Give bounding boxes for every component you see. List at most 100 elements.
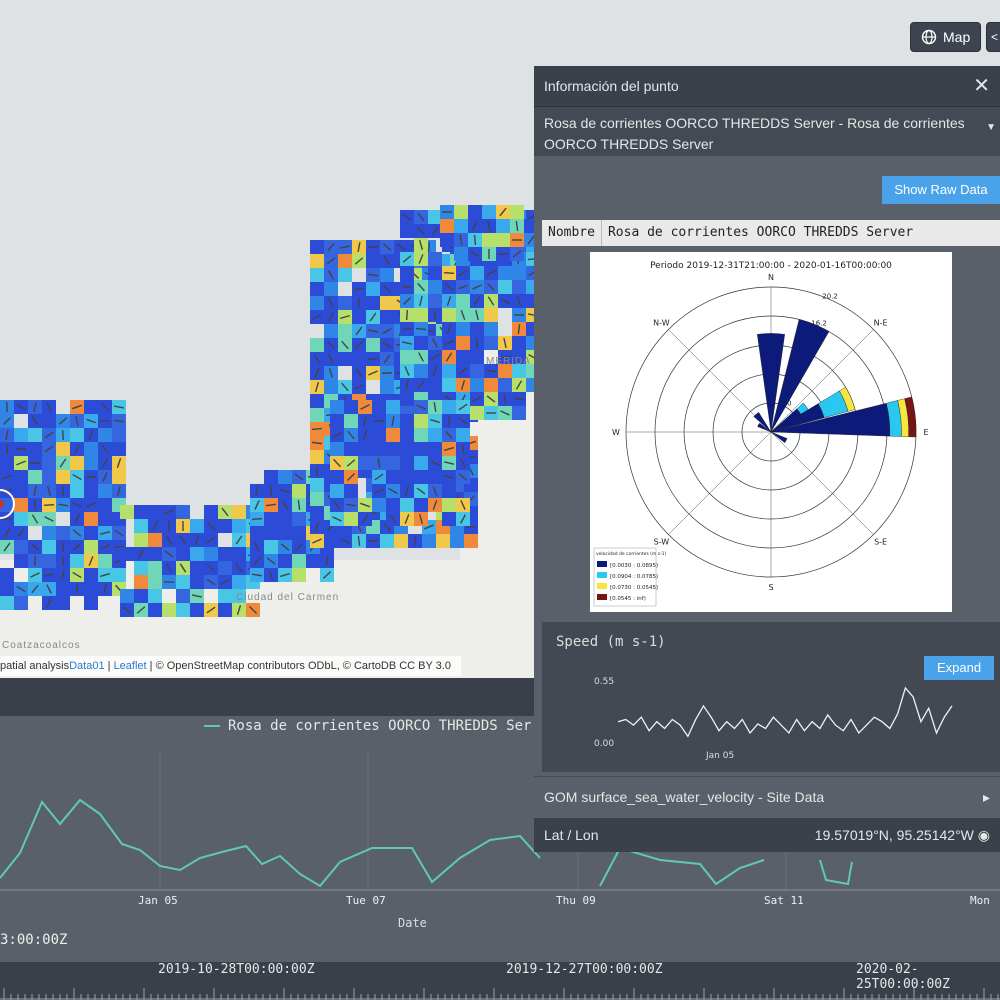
grid-cell: [84, 442, 98, 456]
grid-cell: [400, 470, 414, 484]
rose-direction-label: N-W: [653, 318, 670, 327]
grid-cell: [338, 268, 352, 282]
grid-cell: [380, 534, 394, 548]
place-label-carmen: Ciudad del Carmen: [236, 592, 340, 603]
grid-cell: [428, 294, 442, 308]
grid-cell: [428, 428, 442, 442]
grid-cell: [112, 442, 126, 456]
attribution-link-data[interactable]: Data01: [69, 660, 104, 672]
attribution-link-leaflet[interactable]: Leaflet: [114, 660, 147, 672]
panel-title: Información del punto: [544, 78, 679, 94]
grid-cell: [428, 252, 442, 266]
grid-cell: [414, 456, 428, 470]
grid-cell: [428, 210, 442, 224]
current-rose-plot: Periodo 2019-12-31T21:00:00 - 2020-01-16…: [590, 252, 952, 612]
grid-cell: [422, 534, 436, 548]
grid-cell: [496, 233, 510, 247]
x-tick-label: Thu 09: [556, 894, 596, 907]
grid-cell: [324, 534, 338, 548]
grid-cell: [84, 456, 98, 470]
selected-point-marker[interactable]: [0, 484, 18, 524]
grid-cell: [372, 400, 386, 414]
grid-cell: [414, 414, 428, 428]
current-arrow: [443, 271, 455, 275]
grid-cell: [386, 470, 400, 484]
grid-cell: [482, 205, 496, 219]
latlon-row: Lat / Lon 19.57019°N, 95.25142°W ◉: [534, 818, 1000, 852]
current-arrow: [427, 241, 431, 253]
grid-cell: [56, 582, 70, 596]
grid-cell: [338, 352, 352, 366]
current-arrow: [367, 245, 379, 249]
timeline-bar[interactable]: 2019-10-28T00:00:00Z 2019-12-27T00:00:00…: [0, 962, 1000, 1000]
grid-cell: [338, 296, 352, 310]
grid-cell: [0, 568, 14, 582]
speed-chart-card: Speed (m s-1) Expand 0.55 0.00 Jan 05: [542, 622, 1000, 772]
share-icon: <: [991, 30, 999, 44]
grid-cell: [84, 512, 98, 526]
grid-cell: [84, 568, 98, 582]
grid-cell: [162, 603, 176, 617]
grid-cell: [498, 378, 512, 392]
grid-cell: [310, 254, 324, 268]
grid-cell: [386, 456, 400, 470]
grid-cell: [450, 534, 464, 548]
grid-cell: [0, 596, 14, 610]
timeline-ticks: [0, 988, 1000, 1000]
grid-cell: [148, 505, 162, 519]
grid-cell: [400, 428, 414, 442]
grid-cell: [148, 575, 162, 589]
grid-cell: [470, 266, 484, 280]
info-table: Nombre Rosa de corrientes OORCO THREDDS …: [542, 220, 1000, 246]
grid-cell: [510, 205, 524, 219]
grid-cell: [56, 470, 70, 484]
grid-cell: [176, 547, 190, 561]
grid-cell: [14, 554, 28, 568]
site-data-label: GOM surface_sea_water_velocity - Site Da…: [544, 789, 825, 805]
grid-cell: [456, 322, 470, 336]
site-data-row[interactable]: GOM surface_sea_water_velocity - Site Da…: [534, 776, 1000, 816]
grid-cell: [442, 308, 456, 322]
rose-direction-label: S-W: [654, 538, 670, 547]
caret-down-icon: ▼: [986, 122, 996, 133]
map-button[interactable]: Map: [910, 22, 982, 52]
current-arrow: [367, 539, 379, 543]
current-arrow: [405, 309, 409, 321]
grid-cell: [498, 280, 512, 294]
x-tick-label: Jan 05: [138, 894, 178, 907]
grid-cell: [310, 506, 324, 520]
grid-cell: [120, 505, 134, 519]
grid-cell: [512, 266, 526, 280]
grid-cell: [344, 512, 358, 526]
grid-cell: [148, 561, 162, 575]
grid-cell: [442, 498, 456, 512]
grid-cell: [414, 364, 428, 378]
rose-legend-item: [0.0030 : 0.0895): [610, 563, 658, 569]
layer-select-value: Rosa de corrientes OORCO THREDDS Server …: [544, 115, 965, 152]
layer-select[interactable]: Rosa de corrientes OORCO THREDDS Server …: [534, 106, 1000, 156]
grid-cell: [42, 540, 56, 554]
grid-cell: [470, 350, 484, 364]
grid-cell: [70, 428, 84, 442]
grid-cell: [84, 596, 98, 610]
grid-cell: [70, 456, 84, 470]
grid-cell: [400, 442, 414, 456]
share-button[interactable]: <: [986, 22, 1000, 52]
grid-cell: [400, 266, 414, 280]
grid-cell: [232, 505, 246, 519]
grid-cell: [484, 322, 498, 336]
attribution-text: patial analysis: [0, 660, 70, 672]
grid-cell: [482, 233, 496, 247]
location-pin-icon[interactable]: ◉: [978, 827, 990, 843]
place-label-coatzacoalcos: Coatzacoalcos: [2, 640, 81, 651]
grid-cell: [414, 470, 428, 484]
grid-cell: [428, 378, 442, 392]
grid-cell: [440, 233, 454, 247]
show-raw-data-button[interactable]: Show Raw Data: [882, 176, 1000, 204]
close-icon[interactable]: ✕: [973, 76, 990, 96]
grid-cell: [84, 400, 98, 414]
grid-cell: [468, 205, 482, 219]
grid-cell: [344, 442, 358, 456]
x-axis-title: Date: [398, 916, 427, 930]
grid-cell: [442, 512, 456, 526]
